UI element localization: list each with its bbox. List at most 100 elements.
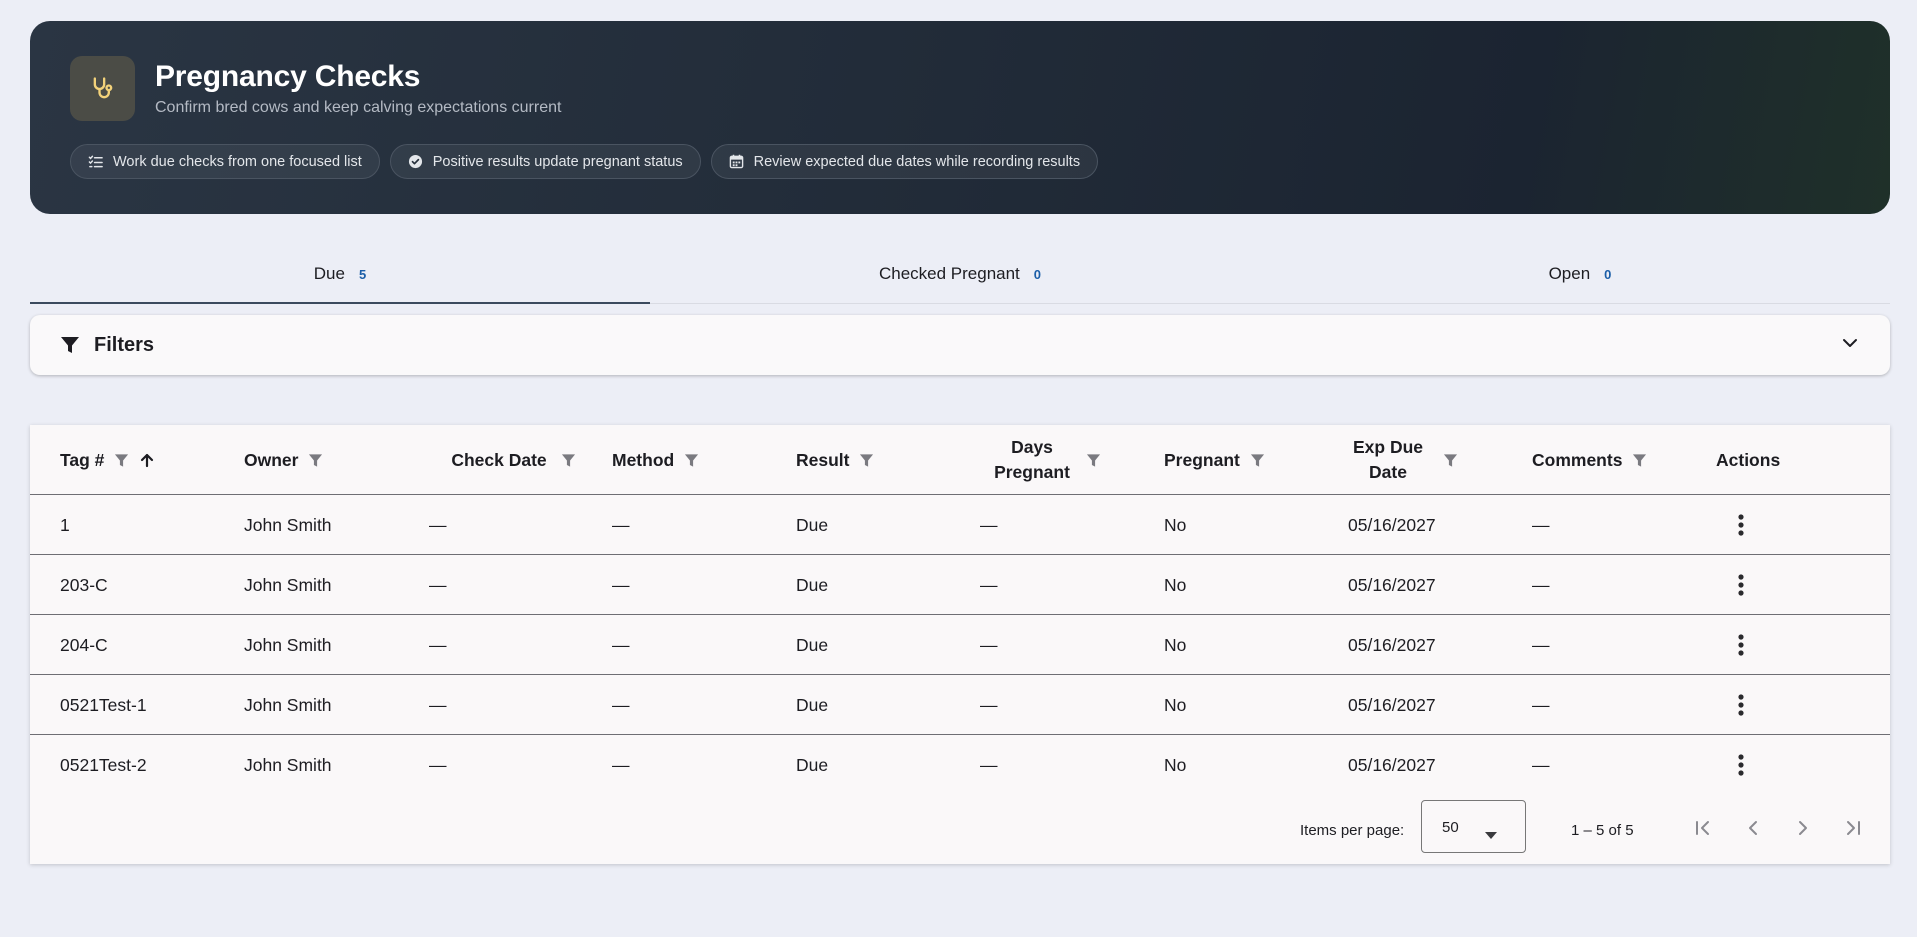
cell-check-date: — xyxy=(429,694,447,715)
feature-chip-label: Review expected due dates while recordin… xyxy=(753,153,1081,170)
more-vert-icon[interactable] xyxy=(1726,510,1756,540)
first-page-icon[interactable] xyxy=(1689,814,1717,842)
column-header-owner[interactable]: Owner xyxy=(244,425,323,495)
column-header-comments[interactable]: Comments xyxy=(1532,425,1647,495)
table-row[interactable]: 1 John Smith — — Due — No 05/16/2027 — xyxy=(30,495,1890,555)
cell-pregnant: No xyxy=(1164,514,1187,535)
table-row[interactable]: 204-C John Smith — — Due — No 05/16/2027… xyxy=(30,615,1890,675)
cell-method: — xyxy=(612,754,630,775)
cell-method: — xyxy=(612,634,630,655)
tab-due[interactable]: Due 5 xyxy=(30,245,650,304)
cell-owner: John Smith xyxy=(244,694,332,715)
column-filter-icon[interactable] xyxy=(859,453,874,468)
cell-pregnant: No xyxy=(1164,634,1187,655)
cell-days-pregnant: — xyxy=(980,754,998,775)
filter-icon xyxy=(61,337,79,353)
row-actions xyxy=(1726,675,1756,735)
cell-owner: John Smith xyxy=(244,634,332,655)
cell-pregnant: No xyxy=(1164,574,1187,595)
cell-days-pregnant: — xyxy=(980,574,998,595)
more-vert-icon[interactable] xyxy=(1726,690,1756,720)
cell-owner: John Smith xyxy=(244,754,332,775)
cell-comments: — xyxy=(1532,574,1550,595)
feature-chip-label: Positive results update pregnant status xyxy=(432,153,683,170)
page-size-select[interactable]: 50 xyxy=(1421,800,1526,853)
cell-method: — xyxy=(612,514,630,535)
feature-chip: Work due checks from one focused list xyxy=(70,144,380,179)
checklist-icon xyxy=(88,155,103,168)
tab-open[interactable]: Open 0 xyxy=(1270,245,1890,303)
more-vert-icon[interactable] xyxy=(1726,570,1756,600)
previous-page-icon[interactable] xyxy=(1739,814,1767,842)
page-title: Pregnancy Checks xyxy=(155,60,421,93)
filters-panel[interactable]: Filters xyxy=(30,315,1890,375)
cell-exp-due-date: 05/16/2027 xyxy=(1348,574,1436,595)
paginator: Items per page: 50 1 – 5 of 5 xyxy=(30,794,1890,864)
table-row[interactable]: 203-C John Smith — — Due — No 05/16/2027… xyxy=(30,555,1890,615)
cell-result: Due xyxy=(796,514,829,535)
row-actions xyxy=(1726,735,1756,795)
next-page-icon[interactable] xyxy=(1789,814,1817,842)
check-circle-icon xyxy=(408,154,422,169)
stethoscope-icon xyxy=(70,56,135,121)
last-page-icon[interactable] xyxy=(1839,814,1867,842)
table-row[interactable]: 0521Test-1 John Smith — — Due — No 05/16… xyxy=(30,675,1890,735)
column-filter-icon[interactable] xyxy=(308,453,323,468)
cell-exp-due-date: 05/16/2027 xyxy=(1348,634,1436,655)
page-header: Pregnancy Checks Confirm bred cows and k… xyxy=(30,21,1890,214)
filters-label: Filters xyxy=(94,333,155,356)
chevron-down-icon[interactable] xyxy=(1840,333,1860,358)
column-header-days-pregnant[interactable]: Days Pregnant xyxy=(988,425,1101,495)
cell-pregnant: No xyxy=(1164,754,1187,775)
column-header-tag[interactable]: Tag # xyxy=(60,425,155,495)
cell-exp-due-date: 05/16/2027 xyxy=(1348,754,1436,775)
sort-arrow-up-icon[interactable] xyxy=(139,452,155,468)
row-actions xyxy=(1726,555,1756,615)
more-vert-icon[interactable] xyxy=(1726,630,1756,660)
cell-tag: 1 xyxy=(60,514,70,535)
table-header: Tag # Owner Check Date Method Result Day… xyxy=(30,425,1890,495)
table-row[interactable]: 0521Test-2 John Smith — — Due — No 05/16… xyxy=(30,735,1890,795)
column-filter-icon[interactable] xyxy=(1632,453,1647,468)
column-filter-icon[interactable] xyxy=(684,453,699,468)
column-filter-icon[interactable] xyxy=(1086,453,1101,468)
page-subtitle: Confirm bred cows and keep calving expec… xyxy=(155,99,562,116)
column-header-exp-due-date[interactable]: Exp Due Date xyxy=(1343,425,1458,495)
column-filter-icon[interactable] xyxy=(114,453,129,468)
row-actions xyxy=(1726,615,1756,675)
column-header-pregnant[interactable]: Pregnant xyxy=(1164,425,1265,495)
feature-chip: Review expected due dates while recordin… xyxy=(710,144,1099,179)
column-header-check-date[interactable]: Check Date xyxy=(447,425,576,495)
cell-exp-due-date: 05/16/2027 xyxy=(1348,694,1436,715)
cell-result: Due xyxy=(796,754,829,775)
cell-comments: — xyxy=(1532,634,1550,655)
cell-tag: 204-C xyxy=(60,634,108,655)
column-filter-icon[interactable] xyxy=(1250,453,1265,468)
cell-check-date: — xyxy=(429,514,447,535)
cell-result: Due xyxy=(796,574,829,595)
dropdown-arrow-icon xyxy=(1485,826,1497,844)
cell-days-pregnant: — xyxy=(980,694,998,715)
tab-checked-pregnant[interactable]: Checked Pregnant 0 xyxy=(650,245,1270,303)
cell-result: Due xyxy=(796,634,829,655)
cell-owner: John Smith xyxy=(244,514,332,535)
column-header-result[interactable]: Result xyxy=(796,425,874,495)
column-filter-icon[interactable] xyxy=(561,453,576,468)
column-header-method[interactable]: Method xyxy=(612,425,699,495)
feature-chips: Work due checks from one focused list Po… xyxy=(70,144,1099,179)
cell-comments: — xyxy=(1532,754,1550,775)
cell-comments: — xyxy=(1532,514,1550,535)
tab-count-badge: 5 xyxy=(358,266,367,282)
tab-label: Due xyxy=(313,264,345,283)
cell-method: — xyxy=(612,694,630,715)
feature-chip-label: Work due checks from one focused list xyxy=(113,153,362,170)
column-filter-icon[interactable] xyxy=(1443,453,1458,468)
feature-chip: Positive results update pregnant status xyxy=(389,144,701,179)
cell-owner: John Smith xyxy=(244,574,332,595)
tab-label: Open xyxy=(1548,264,1591,283)
cell-comments: — xyxy=(1532,694,1550,715)
more-vert-icon[interactable] xyxy=(1726,750,1756,780)
calendar-icon xyxy=(729,154,743,169)
items-per-page-label: Items per page: xyxy=(1300,822,1405,839)
column-header-actions: Actions xyxy=(1716,449,1781,470)
